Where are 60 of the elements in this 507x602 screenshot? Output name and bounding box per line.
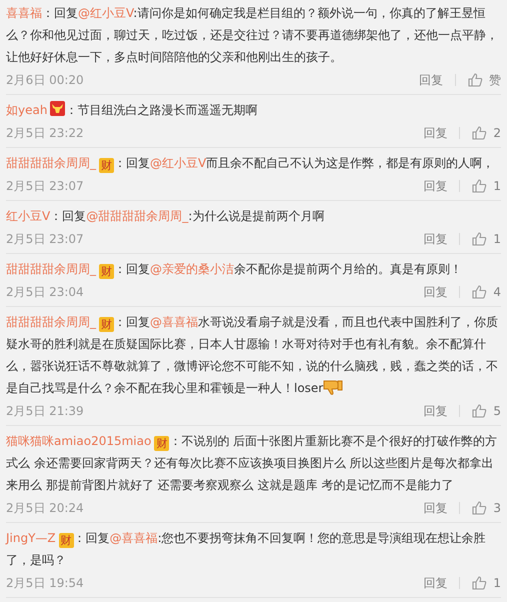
comment-text: 红小豆V：回复@甜甜甜甜余周周_:为什么说是提前两个月啊 — [6, 208, 326, 225]
mention-link[interactable]: @红小豆V — [78, 6, 134, 20]
comment-text: 甜甜甜甜余周周_ 财 ：回复@红小豆V而且余不配自己不认为这是作弊，都是有原则的人啊， — [6, 155, 496, 174]
mention-link[interactable]: @喜喜福 — [150, 315, 198, 329]
wealth-badge: 财 — [99, 264, 114, 279]
thumbs-up-icon — [472, 126, 488, 140]
reply-button[interactable]: 回复 — [423, 402, 448, 420]
timestamp: 2月5日 21:39 — [6, 402, 85, 420]
comment-text: 喜喜福：回复@红小豆V:请问你是如何确定我是栏目组的？额外说一句，你真的了解王昱恒么？你和他见过面，聊过天，吃过饭，还是交往过？请不要再道德绑架他了，还他一点平静，让他好好休息一下，多点时间陪陪他的父亲和他刚出生的孩子。 — [6, 5, 499, 66]
username-link[interactable]: 甜甜甜甜余周周_ — [6, 262, 96, 276]
mention-link[interactable]: @亲爱的桑小洁 — [150, 262, 234, 276]
timestamp: 2月5日 20:24 — [6, 500, 85, 516]
thumbs-up-icon — [468, 73, 483, 87]
like-button[interactable]: 赞 — [468, 72, 501, 88]
like-button[interactable]: 2 — [472, 126, 501, 140]
timestamp: 2月5日 23:22 — [6, 124, 85, 142]
username-link[interactable]: JingY—Z — [6, 531, 56, 545]
bull-icon — [50, 101, 66, 116]
mention-link[interactable]: @甜甜甜甜余周周_ — [86, 209, 188, 223]
comment-text: 如yeah ：节目组洗白之路漫长而遥遥无期啊 — [6, 100, 258, 119]
comment-text: 甜甜甜甜余周周_ 财 ：回复@喜喜福水哥说没看扇子就是没看，而且也代表中国胜利了，你质疑水哥的胜利就是在质疑国际比赛，日本人甘愿输！水哥对待对手也有礼有貌。余不配算什么，嚣张说狂话不尊敬就算了，微博评论您不可能不知，说的什么脑残，贱，蠢之类的话，不是自己找骂是什么？余不配在我心里和霍顿是一种人！loser — [6, 314, 499, 397]
reply-button[interactable]: 回复 — [423, 230, 448, 248]
like-button[interactable]: 1 — [472, 179, 501, 193]
thumbs-up-icon — [472, 501, 488, 515]
timestamp: 2月5日 23:04 — [6, 284, 85, 300]
like-button[interactable]: 4 — [472, 285, 501, 299]
like-button[interactable]: 3 — [472, 501, 501, 515]
reply-button[interactable]: 回复 — [423, 574, 448, 592]
reply-button[interactable]: 回复 — [423, 284, 448, 300]
username-link[interactable]: 甜甜甜甜余周周_ — [6, 156, 96, 170]
timestamp: 2月5日 19:54 — [6, 574, 85, 592]
wealth-badge: 财 — [99, 158, 114, 173]
thumbs-up-icon — [472, 179, 488, 193]
thumbs-up-icon — [472, 285, 488, 299]
thumbs-up-icon — [472, 576, 488, 590]
timestamp: 2月6日 00:20 — [6, 72, 85, 88]
username-link[interactable]: 喜喜福 — [6, 6, 42, 20]
thumbs-up-icon — [472, 232, 488, 246]
timestamp: 2月5日 23:07 — [6, 178, 85, 194]
like-button[interactable]: 1 — [472, 576, 501, 590]
username-link[interactable]: 红小豆V — [6, 209, 50, 223]
thumbs-up-icon — [472, 404, 488, 418]
comment-text: 猫咪猫咪amiao2015miao 财 ：不说别的 后面十张图片重新比赛不是个很好的打破作弊的方式么 余还需要回家背两天？还有每次比赛不应该换项目换图片么 所以这些图片是每次都拿出来用么 那提前背图片就好了 还需要考察观察么 这就是题库 考的是记忆而不是能力了 — [6, 433, 498, 494]
reply-button[interactable]: 回复 — [419, 72, 443, 88]
like-button[interactable]: 5 — [472, 404, 501, 418]
username-link[interactable]: 如yeah — [6, 103, 48, 117]
reply-button[interactable]: 回复 — [423, 500, 448, 516]
timestamp: 2月5日 23:07 — [6, 230, 85, 248]
wealth-badge: 财 — [154, 436, 170, 451]
reply-button[interactable]: 回复 — [423, 124, 448, 142]
mention-link[interactable]: @喜喜福 — [110, 531, 158, 545]
username-link[interactable]: 猫咪猫咪amiao2015miao — [6, 434, 152, 448]
wealth-badge: 财 — [58, 533, 74, 548]
like-button[interactable]: 1 — [472, 232, 501, 246]
wealth-badge: 财 — [99, 317, 114, 332]
username-link[interactable]: 甜甜甜甜余周周_ — [6, 315, 96, 329]
comment-text: 甜甜甜甜余周周_ 财 ：回复@亲爱的桑小洁余不配你是提前两个月给的。真是有原则！ — [6, 261, 463, 280]
reply-button[interactable]: 回复 — [423, 178, 448, 194]
mention-link[interactable]: @红小豆V — [150, 156, 206, 170]
comment-text: JingY—Z 财 ：回复@喜喜福:您也不要拐弯抹角不回复啊！您的意思是导演组现在想让余胜了，是吗？ — [6, 530, 487, 569]
